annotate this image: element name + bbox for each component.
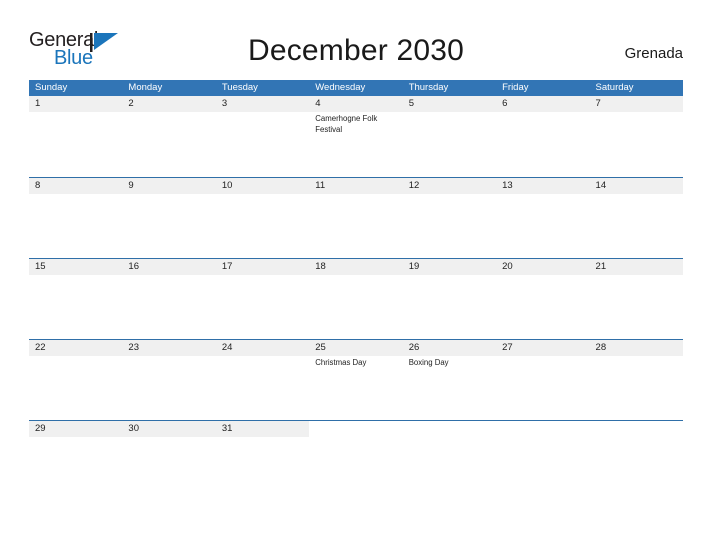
day-number: 17 [221,261,233,272]
calendar-week-row: 29 30 31 [29,420,683,440]
calendar-day-cell[interactable]: 15 [29,259,123,339]
day-number: 15 [35,261,46,272]
weekday-monday: Monday [128,82,163,93]
day-number: 12 [408,180,420,191]
calendar-grid: Sunday Monday Tuesday Wednesday Thursday… [29,80,683,440]
day-number: 30 [128,423,139,434]
day-events: Boxing Day [409,357,494,368]
calendar-day-cell[interactable]: 19 [402,259,497,339]
calendar-day-cell[interactable]: 14 [589,178,683,258]
page-header: General Blue December 2030 Grenada [0,0,712,80]
day-number: 13 [502,180,513,191]
day-number: 1 [35,98,41,109]
day-number: 4 [315,98,321,109]
day-number: 28 [595,342,607,353]
day-number: 8 [35,180,41,191]
day-events: Christmas Day [315,357,400,368]
day-number: 26 [408,342,420,353]
day-events: Camerhogne Folk Festival [315,113,400,135]
calendar-day-cell[interactable]: 26 Boxing Day [402,340,497,420]
day-event-label: Boxing Day [408,358,449,367]
calendar-day-cell[interactable]: 31 [215,421,310,440]
day-number: 5 [408,98,414,109]
day-number: 31 [221,423,233,434]
calendar-day-cell[interactable]: 30 [122,421,216,440]
calendar-weeks: 1 2 3 4 Camerhogne Folk Festival 5 6 7 8 9 10 11 12 1… [29,96,683,440]
calendar-day-cell[interactable]: 16 [122,259,216,339]
calendar-day-cell[interactable]: 20 [496,259,590,339]
day-number: 11 [315,180,326,191]
calendar-day-cell[interactable]: 13 [496,178,590,258]
day-number: 21 [595,261,607,272]
calendar-day-cell[interactable]: 24 [215,340,310,420]
location-label: Grenada [624,45,683,62]
day-event-label: Camerhogne Folk Festival [315,114,378,134]
calendar-day-cell[interactable]: 22 [29,340,123,420]
calendar-day-cell[interactable]: 11 [309,178,403,258]
day-number: 29 [35,423,46,434]
calendar-week-row: 1 2 3 4 Camerhogne Folk Festival 5 6 7 [29,96,683,177]
calendar-day-cell[interactable]: 5 [402,96,497,177]
calendar-day-cell[interactable]: 28 [589,340,683,420]
weekday-saturday: Saturday [595,82,634,93]
calendar-day-cell[interactable]: 25 Christmas Day [309,340,403,420]
calendar-day-cell[interactable]: 17 [215,259,310,339]
day-number: 23 [128,342,139,353]
day-event-label: Christmas Day [315,358,367,367]
calendar-day-cell[interactable]: 18 [309,259,403,339]
day-number: 9 [128,180,134,191]
calendar-day-cell-empty [309,421,403,440]
calendar-day-cell[interactable]: 27 [496,340,590,420]
calendar-day-cell[interactable]: 3 [215,96,310,177]
weekday-sunday: Sunday [35,82,68,93]
day-number: 27 [502,342,513,353]
day-number: 10 [221,180,233,191]
day-number: 24 [221,342,233,353]
calendar-day-cell[interactable]: 10 [215,178,310,258]
calendar-day-cell[interactable]: 7 [589,96,683,177]
weekday-tuesday: Tuesday [221,82,258,93]
day-number: 6 [502,98,508,109]
day-number: 20 [502,261,513,272]
day-number: 16 [128,261,139,272]
calendar-day-cell[interactable]: 23 [122,340,216,420]
day-number: 18 [315,261,326,272]
calendar-day-cell-empty [496,421,590,440]
day-number: 3 [221,98,228,109]
day-number: 14 [595,180,607,191]
calendar-day-cell[interactable]: 6 [496,96,590,177]
calendar-day-cell[interactable]: 8 [29,178,123,258]
calendar-day-cell[interactable]: 21 [589,259,683,339]
calendar-day-cell[interactable]: 29 [29,421,123,440]
day-number: 7 [595,98,601,109]
weekday-friday: Friday [502,82,529,93]
calendar-day-cell-empty [589,421,683,440]
day-number: 19 [408,261,420,272]
calendar-day-cell[interactable]: 1 [29,96,123,177]
calendar-week-row: 22 23 24 25 Christmas Day 26 Boxing Day 27 28 [29,339,683,420]
calendar-week-row: 8 9 10 11 12 13 14 [29,177,683,258]
calendar-day-cell-empty [402,421,497,440]
calendar-day-cell[interactable]: 12 [402,178,497,258]
day-number: 22 [35,342,46,353]
weekday-wednesday: Wednesday [315,82,366,93]
calendar-day-cell[interactable]: 4 Camerhogne Folk Festival [309,96,403,177]
calendar-day-cell[interactable]: 2 [122,96,216,177]
calendar-week-row: 15 16 17 18 19 20 21 [29,258,683,339]
calendar-day-cell[interactable]: 9 [122,178,216,258]
weekday-thursday: Thursday [408,82,449,93]
page-title: December 2030 [247,34,465,67]
day-number: 2 [128,98,134,109]
day-number: 25 [315,342,326,353]
calendar-weekday-header: Sunday Monday Tuesday Wednesday Thursday… [29,80,683,96]
